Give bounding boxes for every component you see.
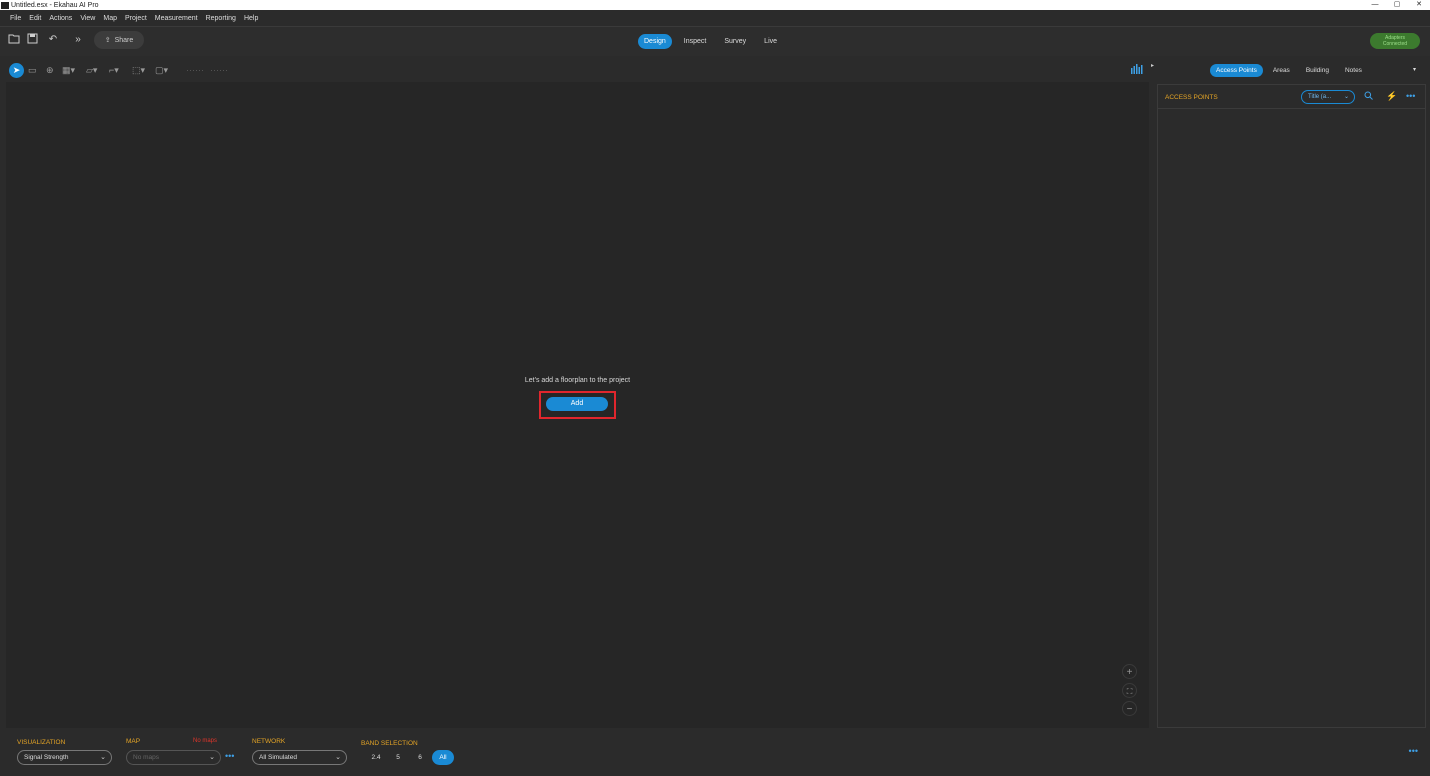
tab-inspect[interactable]: Inspect (678, 34, 713, 49)
menu-map[interactable]: Map (103, 15, 117, 22)
visualization-value: Signal Strength (24, 754, 69, 761)
panel-menu-icon[interactable]: ▾ (1413, 66, 1416, 73)
menu-reporting[interactable]: Reporting (206, 15, 236, 22)
save-icon[interactable] (25, 33, 39, 47)
fit-to-screen-icon[interactable]: ⛶ (1122, 682, 1137, 698)
app-logo-icon (1, 1, 9, 9)
maximize-button[interactable]: ▢ (1386, 0, 1408, 10)
map-placeholder: No maps (133, 754, 160, 761)
select-tool-icon[interactable]: ➤ (9, 63, 24, 78)
tab-building[interactable]: Building (1300, 64, 1335, 77)
menu-view[interactable]: View (80, 15, 95, 22)
search-icon[interactable] (1364, 91, 1373, 102)
menu-file[interactable]: File (10, 15, 21, 22)
ruler-tool-icon[interactable]: ▭ (28, 64, 37, 76)
share-button[interactable]: ⇪ Share (94, 31, 144, 49)
note-tool-icon[interactable]: ▢▾ (155, 64, 168, 76)
title-bar: Untitled.esx - Ekahau AI Pro — ▢ ✕ (0, 0, 1430, 10)
tab-design[interactable]: Design (638, 34, 672, 49)
sort-dropdown[interactable]: Title (a... ⌄ (1301, 90, 1355, 104)
access-points-panel: ACCESS POINTS Title (a... ⌄ ⚡ ••• (1157, 84, 1426, 728)
tab-live[interactable]: Live (758, 34, 783, 49)
undo-icon[interactable]: ↶ (46, 33, 60, 47)
chevron-down-icon: ⌄ (100, 754, 106, 761)
window-title: Untitled.esx - Ekahau AI Pro (11, 1, 99, 9)
ap-placement-icon[interactable]: ⋯⋯ (186, 64, 204, 76)
zoom-controls: + ⛶ − (1122, 664, 1137, 716)
collapse-panel-icon[interactable]: ▸ (1151, 62, 1154, 69)
chevron-down-icon: ⌄ (209, 754, 215, 761)
band-all-button[interactable]: All (432, 750, 454, 765)
zoom-in-icon[interactable]: + (1122, 664, 1137, 679)
window-controls: — ▢ ✕ (1364, 0, 1430, 10)
floorplan-canvas[interactable]: Let's add a floorplan to the project Add… (6, 82, 1149, 728)
share-icon: ⇪ (104, 37, 111, 44)
map-label: MAP (126, 738, 141, 745)
share-label: Share (114, 36, 134, 44)
map-more-icon[interactable]: ••• (225, 751, 234, 761)
band-5-button[interactable]: 5 (388, 750, 408, 765)
minimize-button[interactable]: — (1364, 0, 1386, 10)
ap-auto-placement-icon[interactable]: ⋯⋯ (210, 64, 228, 76)
menu-actions[interactable]: Actions (49, 15, 72, 22)
map-warning: No maps (193, 738, 218, 744)
attenuation-tool-icon[interactable]: ⬚▾ (132, 64, 145, 76)
visualization-bar: VISUALIZATION Signal Strength ⌄ MAP No m… (0, 730, 1430, 776)
wall-tool-icon[interactable]: ▦▾ (62, 64, 75, 76)
menu-project[interactable]: Project (125, 15, 147, 22)
menu-help[interactable]: Help (244, 15, 258, 22)
bottom-more-icon[interactable]: ••• (1409, 746, 1418, 756)
tab-areas[interactable]: Areas (1267, 64, 1296, 77)
open-folder-icon[interactable] (7, 33, 21, 47)
mode-tabs: Design Inspect Survey Live (638, 34, 783, 49)
tab-survey[interactable]: Survey (718, 34, 752, 49)
area-tool-icon[interactable]: ▱▾ (86, 64, 97, 76)
filter-icon[interactable]: ⚡ (1386, 91, 1397, 102)
add-floorplan-button[interactable]: Add (546, 397, 608, 411)
shape-tool-icon[interactable]: ⌐▾ (109, 64, 119, 76)
band-selector: 2.4 5 6 All (366, 750, 454, 765)
menu-bar: File Edit Actions View Map Project Measu… (0, 10, 1430, 26)
network-label: NETWORK (252, 738, 286, 745)
band-selection-label: BAND SELECTION (361, 740, 418, 747)
signal-bars-icon[interactable] (1131, 64, 1143, 76)
tab-notes[interactable]: Notes (1339, 64, 1368, 77)
empty-canvas-message: Let's add a floorplan to the project (524, 377, 631, 384)
zoom-out-icon[interactable]: − (1122, 701, 1137, 716)
menu-measurement[interactable]: Measurement (155, 15, 198, 22)
more-options-icon[interactable]: ••• (1406, 91, 1415, 101)
tab-access-points[interactable]: Access Points (1210, 64, 1263, 77)
panel-title: ACCESS POINTS (1165, 94, 1218, 101)
chevron-down-icon: ⌄ (1343, 94, 1349, 100)
visualization-label: VISUALIZATION (17, 739, 66, 746)
adapter-status-line2: Connected (1382, 41, 1408, 47)
adapter-status-button[interactable]: Adapters Connected (1370, 33, 1420, 49)
band-2-4-button[interactable]: 2.4 (366, 750, 386, 765)
network-dropdown[interactable]: All Simulated ⌄ (252, 750, 347, 765)
visualization-dropdown[interactable]: Signal Strength ⌄ (17, 750, 112, 765)
main-toolbar: ↶ » ⇪ Share Design Inspect Survey Live A… (0, 26, 1430, 56)
crosshair-tool-icon[interactable]: ⊕ (46, 64, 54, 76)
band-6-button[interactable]: 6 (410, 750, 430, 765)
right-panel-tabs: Access Points Areas Building Notes (1210, 64, 1368, 77)
more-tools-icon[interactable]: » (71, 33, 85, 47)
close-button[interactable]: ✕ (1408, 0, 1430, 10)
sort-value: Title (a... (1308, 94, 1332, 100)
chevron-down-icon: ⌄ (335, 754, 341, 761)
menu-edit[interactable]: Edit (29, 15, 41, 22)
network-value: All Simulated (259, 754, 297, 761)
design-tools-bar: ➤ ▭ ⊕ ▦▾ ▱▾ ⌐▾ ⬚▾ ▢▾ ⋯⋯ ⋯⋯ (0, 58, 1150, 82)
access-points-header: ACCESS POINTS Title (a... ⌄ ⚡ ••• (1158, 85, 1425, 109)
map-dropdown[interactable]: No maps ⌄ (126, 750, 221, 765)
